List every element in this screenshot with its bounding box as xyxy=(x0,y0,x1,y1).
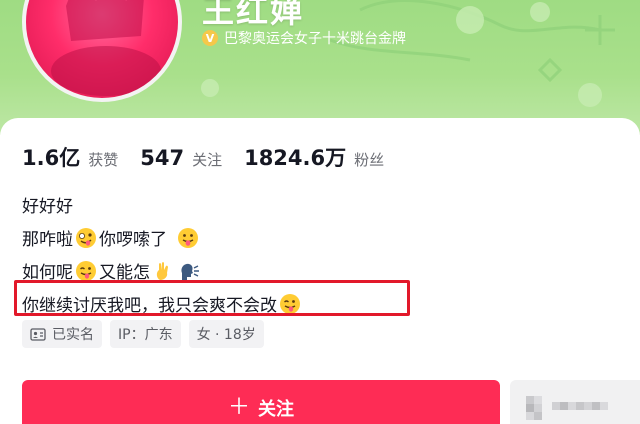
profile-banner: 王红婵 V 巴黎奥运会女子十米跳台金牌 xyxy=(0,0,640,135)
tag-real-name[interactable]: 已实名 xyxy=(22,320,102,348)
winking-tongue-emoji-icon xyxy=(76,260,96,281)
stat-followers[interactable]: 1824.6万 粉丝 xyxy=(244,142,384,172)
speaking-head-emoji-icon xyxy=(181,263,199,280)
bio-text-2b: 你啰嗦了 xyxy=(99,230,167,250)
blurred-mosaic-icon xyxy=(526,396,608,420)
follow-button-label: 关注 xyxy=(258,399,294,420)
verification-line: V 巴黎奥运会女子十米跳台金牌 xyxy=(202,27,406,49)
tag-gender-age-label: 女 · 18岁 xyxy=(196,327,256,343)
likes-label: 获赞 xyxy=(88,151,119,169)
follow-button[interactable]: ＋ 关注 xyxy=(22,380,500,424)
profile-card: 1.6亿 获赞 547 关注 1824.6万 粉丝 好好好 那咋啦 你啰嗦了 如… xyxy=(0,118,640,424)
bio-line-1: 好好好 xyxy=(22,188,303,221)
tongue-out-emoji-icon xyxy=(178,227,198,248)
tag-ip-label: IP：广东 xyxy=(118,327,173,343)
id-card-icon xyxy=(30,327,46,341)
following-count: 547 xyxy=(140,146,185,170)
stat-following[interactable]: 547 关注 xyxy=(140,146,222,170)
plus-icon: ＋ xyxy=(227,395,250,420)
profile-tags: 已实名 IP：广东 女 · 18岁 xyxy=(22,320,264,348)
stats-row: 1.6亿 获赞 547 关注 1824.6万 粉丝 xyxy=(22,142,406,172)
bio-text-2a: 那咋啦 xyxy=(22,230,73,250)
avatar-silhouette-icon xyxy=(51,0,161,96)
stat-likes[interactable]: 1.6亿 获赞 xyxy=(22,142,118,172)
bio-text-1: 好好好 xyxy=(22,197,73,217)
zany-face-emoji-icon xyxy=(76,227,96,248)
bio-line-2: 那咋啦 你啰嗦了 xyxy=(22,221,303,254)
likes-count: 1.6亿 xyxy=(22,146,81,170)
followers-count: 1824.6万 xyxy=(244,146,347,170)
followers-label: 粉丝 xyxy=(354,151,385,169)
avatar[interactable] xyxy=(22,0,182,102)
tag-ip: IP：广东 xyxy=(110,320,181,348)
verification-text: 巴黎奥运会女子十米跳台金牌 xyxy=(224,31,406,47)
verified-badge-icon: V xyxy=(202,30,218,46)
following-label: 关注 xyxy=(192,151,223,169)
ok-hand-emoji-icon xyxy=(156,261,168,280)
secondary-action-button[interactable] xyxy=(510,380,640,424)
tag-real-name-label: 已实名 xyxy=(52,327,94,343)
tag-gender-age: 女 · 18岁 xyxy=(188,320,264,348)
highlight-box xyxy=(14,280,410,316)
